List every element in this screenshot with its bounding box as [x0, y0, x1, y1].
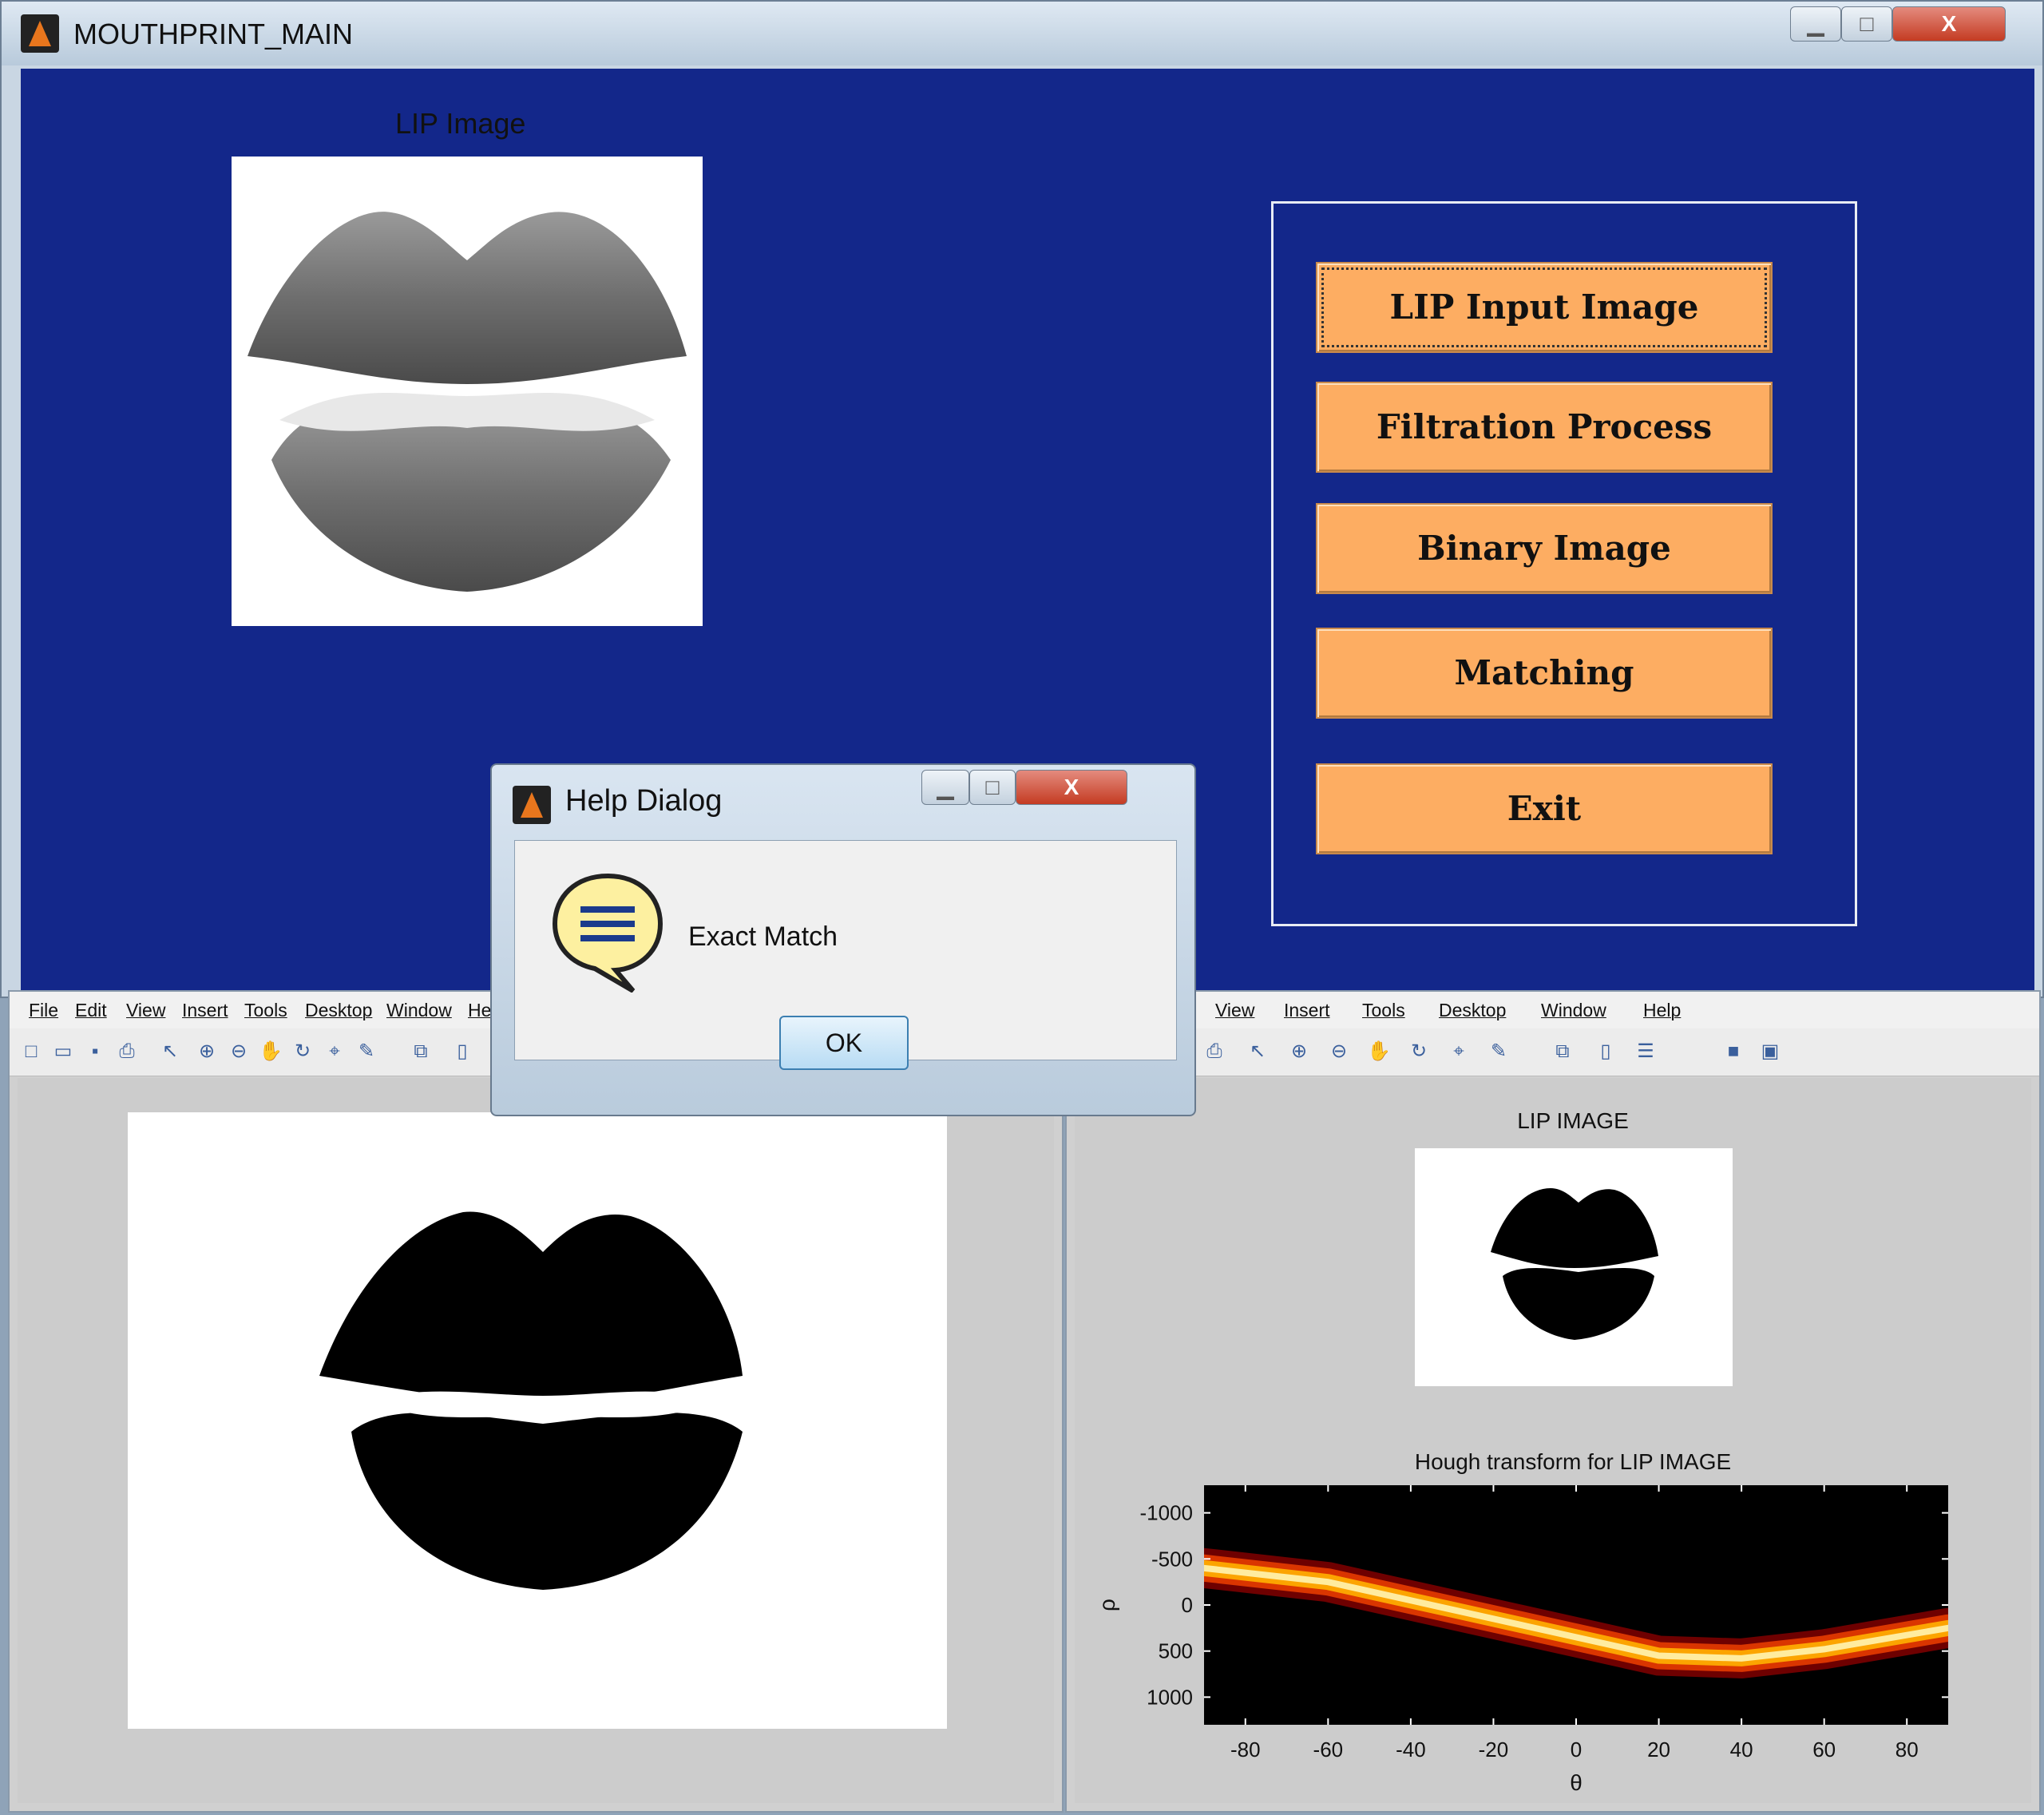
print-icon[interactable]: ⎙ [1202, 1040, 1226, 1064]
binary-lip-image [128, 1112, 947, 1729]
data-cursor-icon[interactable]: ⌖ [1447, 1040, 1471, 1064]
x-tick-label: -60 [1313, 1738, 1344, 1762]
open-file-icon[interactable]: ▭ [51, 1040, 75, 1064]
menu-view[interactable]: View [126, 1000, 165, 1021]
colorbar-icon[interactable]: ▯ [450, 1040, 474, 1064]
colorbar-icon[interactable]: ▯ [1594, 1040, 1618, 1064]
brush-icon[interactable]: ✎ [1487, 1040, 1511, 1064]
dialog-maximize-button[interactable]: □ [969, 770, 1016, 805]
small-lip-image-title: LIP IMAGE [1517, 1108, 1629, 1133]
show-tools-icon[interactable]: ▣ [1758, 1040, 1782, 1064]
pan-hand-icon[interactable]: ✋ [1367, 1040, 1391, 1064]
legend-icon[interactable]: ☰ [1634, 1040, 1658, 1064]
binary-lip-picture [319, 1211, 743, 1590]
y-tick-label: -500 [1151, 1547, 1193, 1571]
pan-hand-icon[interactable]: ✋ [259, 1040, 283, 1064]
rotate-3d-icon[interactable]: ↻ [1407, 1040, 1431, 1064]
x-axis-label: θ [1570, 1770, 1583, 1795]
y-tick-label: 500 [1159, 1639, 1193, 1663]
y-tick-label: 1000 [1147, 1685, 1193, 1709]
x-tick-label: 60 [1812, 1738, 1836, 1762]
zoom-out-icon[interactable]: ⊖ [1327, 1040, 1351, 1064]
menu-desktop[interactable]: Desktop [305, 1000, 372, 1021]
menu-window[interactable]: Window [386, 1000, 452, 1021]
matlab-icon [513, 786, 551, 824]
ok-button[interactable]: OK [779, 1016, 909, 1070]
small-binary-lip-picture [1491, 1188, 1658, 1340]
menu-insert[interactable]: Insert [182, 1000, 228, 1021]
help-dialog-title: Help Dialog [565, 784, 723, 818]
save-icon[interactable]: ▪ [83, 1040, 107, 1064]
binary-image-button[interactable]: Binary Image [1316, 503, 1773, 594]
dialog-minimize-button[interactable]: ▁ [921, 770, 969, 805]
menu-window[interactable]: Window [1541, 1000, 1606, 1021]
menu-insert[interactable]: Insert [1284, 1000, 1330, 1021]
pointer-icon[interactable]: ↖ [158, 1040, 182, 1064]
help-speech-bubble-icon [552, 873, 664, 993]
lip-input-image-button[interactable]: LIP Input Image [1316, 262, 1773, 353]
zoom-in-icon[interactable]: ⊕ [1287, 1040, 1311, 1064]
right-toolbar: ⎙ ↖ ⊕ ⊖ ✋ ↻ ⌖ ✎ ⧉ ▯ ☰ ■ ▣ [1067, 1028, 2039, 1076]
zoom-out-icon[interactable]: ⊖ [227, 1040, 251, 1064]
right-menubar: View Insert Tools Desktop Window Help [1067, 992, 2039, 1028]
new-figure-icon[interactable]: □ [19, 1040, 43, 1064]
rotate-3d-icon[interactable]: ↻ [291, 1040, 315, 1064]
filtration-process-button[interactable]: Filtration Process [1316, 382, 1773, 473]
small-lip-image [1415, 1148, 1733, 1386]
zoom-in-icon[interactable]: ⊕ [195, 1040, 219, 1064]
hough-transform-chart: -80 -60 -40 -20 0 20 40 60 80 -1000 -500 0 500 1000 θ ρ [1095, 1485, 1948, 1795]
menu-edit[interactable]: Edit [75, 1000, 107, 1021]
hide-tools-icon[interactable]: ■ [1721, 1040, 1745, 1064]
dialog-close-button[interactable]: X [1016, 770, 1127, 805]
menu-desktop[interactable]: Desktop [1439, 1000, 1506, 1021]
data-cursor-icon[interactable]: ⌖ [323, 1040, 347, 1064]
y-tick-label: 0 [1182, 1593, 1193, 1617]
maximize-button[interactable]: □ [1841, 6, 1892, 42]
grayscale-lip-picture [248, 212, 687, 592]
menu-tools[interactable]: Tools [1362, 1000, 1405, 1021]
brush-icon[interactable]: ✎ [355, 1040, 378, 1064]
x-tick-label: -40 [1396, 1738, 1426, 1762]
y-tick-label: -1000 [1140, 1501, 1194, 1525]
print-icon[interactable]: ⎙ [115, 1040, 139, 1064]
menu-help[interactable]: He [468, 1000, 491, 1021]
x-tick-label: 80 [1895, 1738, 1919, 1762]
x-tick-label: -80 [1230, 1738, 1261, 1762]
matching-button[interactable]: Matching [1316, 628, 1773, 719]
x-tick-label: 20 [1647, 1738, 1670, 1762]
menu-help[interactable]: Help [1643, 1000, 1681, 1021]
menu-tools[interactable]: Tools [244, 1000, 287, 1021]
menu-view[interactable]: View [1215, 1000, 1254, 1021]
matlab-icon [21, 14, 59, 53]
link-plot-icon[interactable]: ⧉ [409, 1040, 433, 1064]
minimize-button[interactable]: ▁ [1790, 6, 1841, 42]
lip-input-image [232, 157, 703, 626]
lip-image-title: LIP Image [395, 107, 526, 140]
main-window-title: MOUTHPRINT_MAIN [73, 18, 353, 50]
exit-button[interactable]: Exit [1316, 763, 1773, 854]
link-plot-icon[interactable]: ⧉ [1551, 1040, 1575, 1064]
x-tick-label: 40 [1730, 1738, 1753, 1762]
hough-plot-background [1204, 1485, 1948, 1725]
x-tick-label: -20 [1479, 1738, 1509, 1762]
menu-file[interactable]: File [29, 1000, 58, 1021]
close-button[interactable]: X [1892, 6, 2006, 42]
pointer-icon[interactable]: ↖ [1246, 1040, 1270, 1064]
x-tick-label: 0 [1571, 1738, 1582, 1762]
main-titlebar[interactable]: MOUTHPRINT_MAIN ▁ □ X [2, 2, 2042, 65]
help-dialog-message: Exact Match [688, 921, 838, 952]
y-axis-label: ρ [1095, 1599, 1119, 1611]
